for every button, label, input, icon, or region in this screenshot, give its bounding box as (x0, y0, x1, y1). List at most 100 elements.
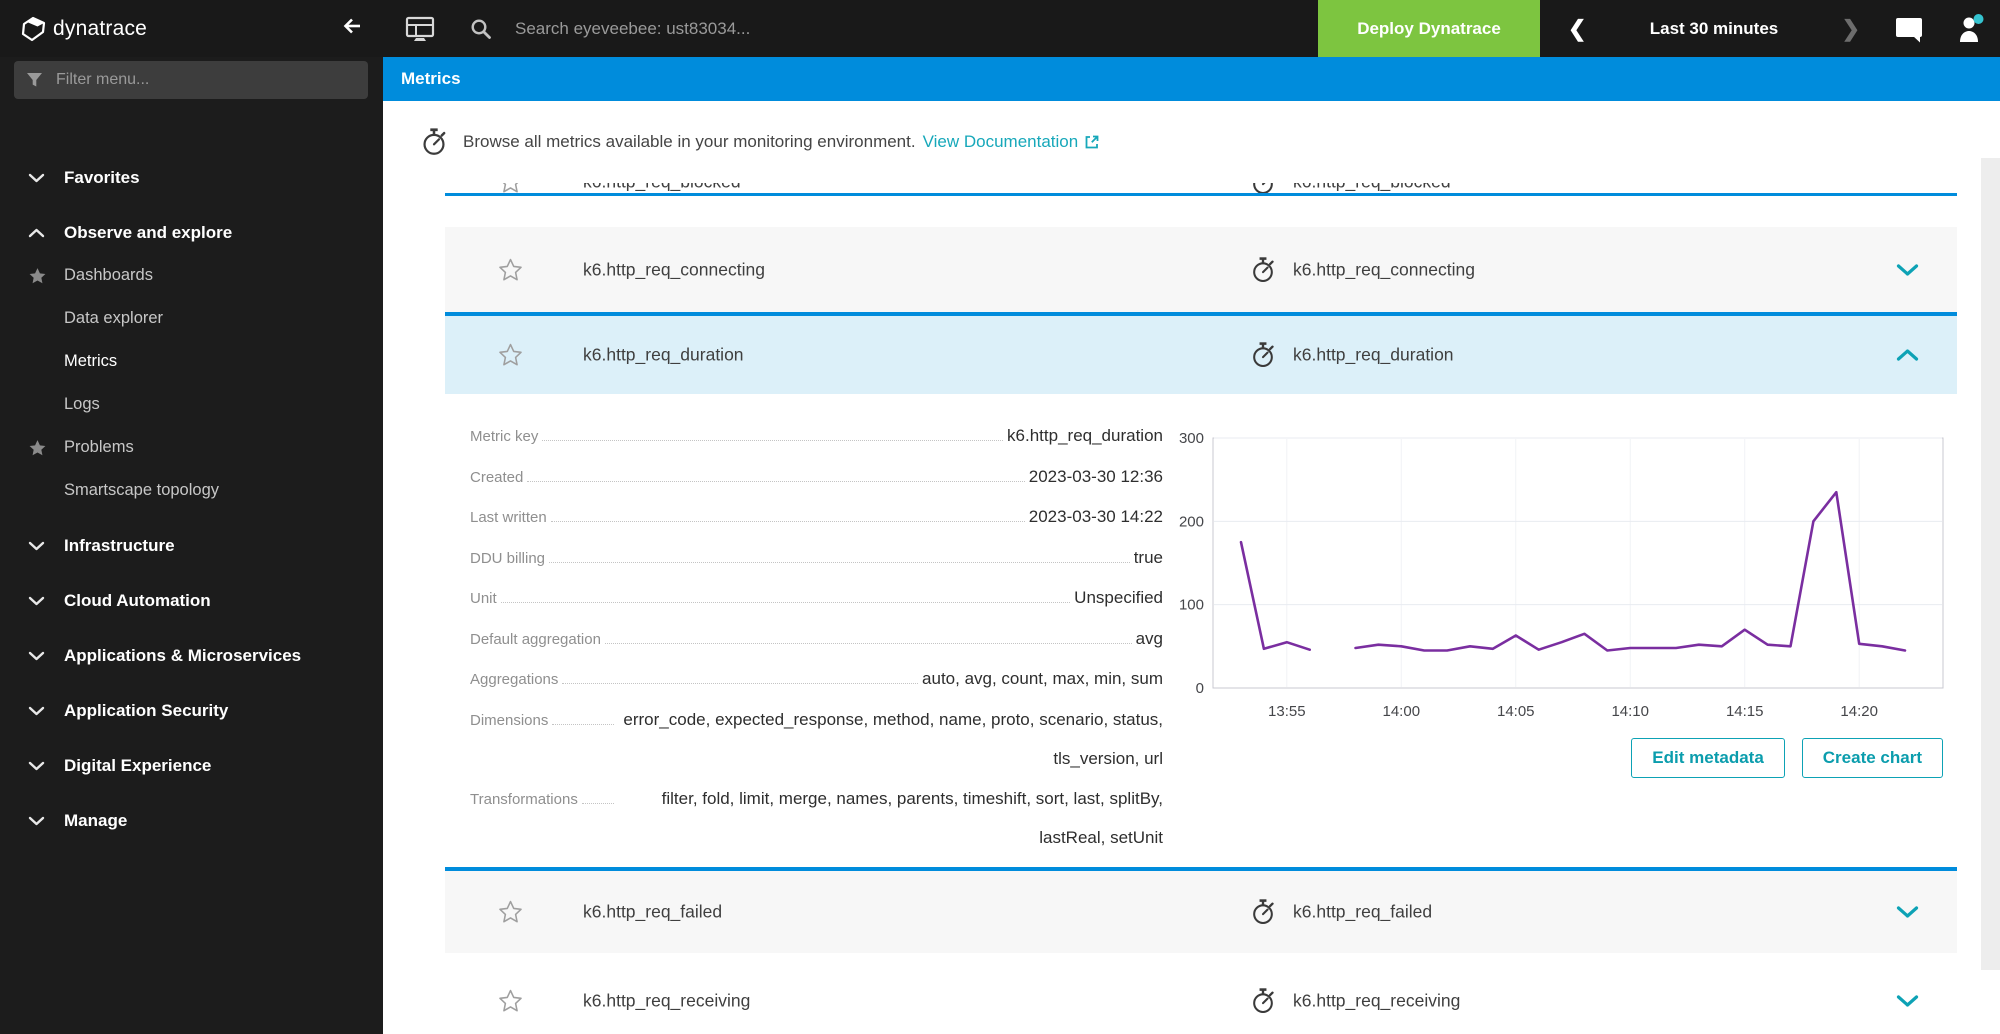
metadata-value: true (1134, 538, 1163, 578)
chevron-up-icon[interactable] (1896, 349, 1919, 362)
metric-key: k6.http_req_blocked (583, 183, 741, 192)
metadata-label: DDU billing (470, 539, 545, 579)
chevron-down-icon (28, 761, 48, 771)
chevron-down-icon[interactable] (1896, 994, 1919, 1007)
metric-key: k6.http_req_connecting (583, 259, 765, 280)
metadata-value: 2023-03-30 14:22 (1029, 497, 1163, 537)
sidebar-item-label: Application Security (64, 701, 228, 721)
metadata-row: DDU billing true (470, 538, 1163, 579)
stopwatch-icon (1250, 183, 1276, 196)
user-avatar-icon[interactable] (1956, 14, 1988, 44)
detail-buttons: Edit metadata Create chart (1631, 738, 1943, 778)
filter-menu-input[interactable]: Filter menu... (14, 61, 368, 99)
metric-display-name: k6.http_req_connecting (1293, 259, 1475, 280)
metric-display-name: k6.http_req_failed (1293, 902, 1432, 923)
sidebar-item-application-security[interactable]: Application Security (0, 689, 383, 732)
sidebar-item-data-explorer[interactable]: Data explorer (0, 297, 383, 340)
svg-text:300: 300 (1179, 430, 1204, 447)
svg-text:100: 100 (1179, 597, 1204, 614)
metadata-row: Transformationsfilter, fold, limit, merg… (470, 779, 1163, 858)
chevron-down-icon[interactable] (1896, 906, 1919, 919)
sidebar-item-observe-and-explore[interactable]: Observe and explore (0, 211, 383, 254)
sidebar-item-digital-experience[interactable]: Digital Experience (0, 744, 383, 787)
chevron-down-icon (28, 706, 48, 716)
sidebar-item-label: Applications & Microservices (64, 646, 301, 666)
brand-wordmark: dynatrace (53, 17, 147, 41)
funnel-icon (26, 72, 43, 88)
metric-row-k6-http-req-duration[interactable]: k6.http_req_durationk6.http_req_duration (445, 312, 1957, 394)
sidebar-item-label: Metrics (64, 352, 117, 371)
svg-text:0: 0 (1196, 680, 1204, 697)
intro-text: Browse all metrics available in your mon… (463, 132, 916, 152)
metric-row-k6-http-req-connecting[interactable]: k6.http_req_connecting k6.http_req_connec… (445, 227, 1957, 312)
metric-row-partially-hidden: k6.http_req_blockedk6.http_req_blocked (445, 183, 1957, 196)
sidebar-item-dashboards[interactable]: Dashboards (0, 254, 383, 297)
metric-chart: 010020030013:5514:0014:0514:1014:1514:20 (1167, 428, 1947, 728)
favorite-star-icon[interactable] (498, 343, 523, 367)
metadata-label: Created (470, 458, 523, 498)
svg-text:13:55: 13:55 (1268, 703, 1306, 720)
metric-key: k6.http_req_receiving (583, 990, 750, 1011)
favorite-star-icon[interactable] (498, 989, 523, 1013)
collapse-sidebar-arrow-icon[interactable] (341, 16, 363, 41)
sidebar-item-label: Manage (64, 811, 127, 831)
sidebar-item-label: Logs (64, 395, 100, 414)
sidebar-item-favorites[interactable]: Favorites (0, 156, 383, 199)
sidebar-item-problems[interactable]: Problems (0, 426, 383, 469)
metadata-value: filter, fold, limit, merge, names, paren… (618, 779, 1163, 858)
metadata-label: Dimensions (470, 701, 548, 741)
star-icon (28, 267, 48, 285)
dotted-leader (552, 724, 614, 725)
favorite-star-icon[interactable] (498, 900, 523, 924)
metadata-value: k6.http_req_duration (1007, 416, 1163, 456)
svg-text:14:05: 14:05 (1497, 703, 1535, 720)
sidebar-item-logs[interactable]: Logs (0, 383, 383, 426)
sidebar-item-label: Dashboards (64, 266, 153, 285)
environment-monitor-icon[interactable] (405, 15, 435, 43)
sidebar-item-infrastructure[interactable]: Infrastructure (0, 524, 383, 567)
metadata-row: Metric keyk6.http_req_duration (470, 416, 1163, 457)
metadata-row: Dimensionserror_code, expected_response,… (470, 700, 1163, 779)
metadata-label: Aggregations (470, 660, 558, 700)
chevron-up-icon (28, 228, 48, 238)
sidebar-item-smartscape-topology[interactable]: Smartscape topology (0, 469, 383, 512)
svg-text:14:15: 14:15 (1726, 703, 1764, 720)
stopwatch-icon (1250, 341, 1276, 369)
filter-menu-placeholder: Filter menu... (56, 71, 149, 89)
edit-metadata-button[interactable]: Edit metadata (1631, 738, 1784, 778)
favorite-star-icon[interactable] (498, 258, 523, 282)
metric-metadata: Metric keyk6.http_req_durationCreated 202… (470, 416, 1163, 858)
sidebar-item-manage[interactable]: Manage (0, 799, 383, 842)
sidebar-item-label: Problems (64, 438, 134, 457)
sidebar-nav: Favorites Observe and explore Dashboards Da… (0, 144, 383, 842)
sidebar-item-label: Smartscape topology (64, 481, 219, 500)
sidebar-item-metrics[interactable]: Metrics (0, 340, 383, 383)
line-chart-svg: 010020030013:5514:0014:0514:1014:1514:20 (1167, 428, 1947, 728)
dotted-leader (501, 602, 1070, 603)
sidebar-item-applications-microservices[interactable]: Applications & Microservices (0, 634, 383, 677)
chevron-down-icon (28, 541, 48, 551)
metric-row[interactable]: k6.http_req_blockedk6.http_req_blocked (445, 183, 1957, 196)
sidebar-item-label: Cloud Automation (64, 591, 211, 611)
chevron-down-icon (28, 816, 48, 826)
metadata-label: Unit (470, 579, 497, 619)
dotted-leader (605, 643, 1132, 644)
stopwatch-icon (1250, 256, 1276, 284)
view-documentation-link[interactable]: View Documentation (923, 132, 1079, 152)
sidebar-item-label: Data explorer (64, 309, 163, 328)
sidebar-item-cloud-automation[interactable]: Cloud Automation (0, 579, 383, 622)
metric-display-name: k6.http_req_receiving (1293, 990, 1460, 1011)
metadata-row: UnitUnspecified (470, 578, 1163, 619)
metrics-intro-header: Browse all metrics available in your mon… (383, 101, 2000, 183)
metadata-value: 2023-03-30 12:36 (1029, 457, 1163, 497)
dotted-leader (527, 481, 1024, 482)
chevron-down-icon[interactable] (1896, 263, 1919, 276)
stopwatch-icon (1250, 987, 1276, 1015)
metric-row-k6-http-req-failed[interactable]: k6.http_req_failedk6.http_req_failed (445, 871, 1957, 953)
star-icon (28, 439, 48, 457)
metric-row-k6-http-req-receiving[interactable]: k6.http_req_receiving k6.http_req_receivi… (445, 953, 1957, 1034)
sidebar-item-label: Observe and explore (64, 223, 232, 243)
scrollbar-gutter[interactable] (1981, 158, 2000, 970)
dotted-leader (542, 440, 1003, 441)
create-chart-button[interactable]: Create chart (1802, 738, 1943, 778)
